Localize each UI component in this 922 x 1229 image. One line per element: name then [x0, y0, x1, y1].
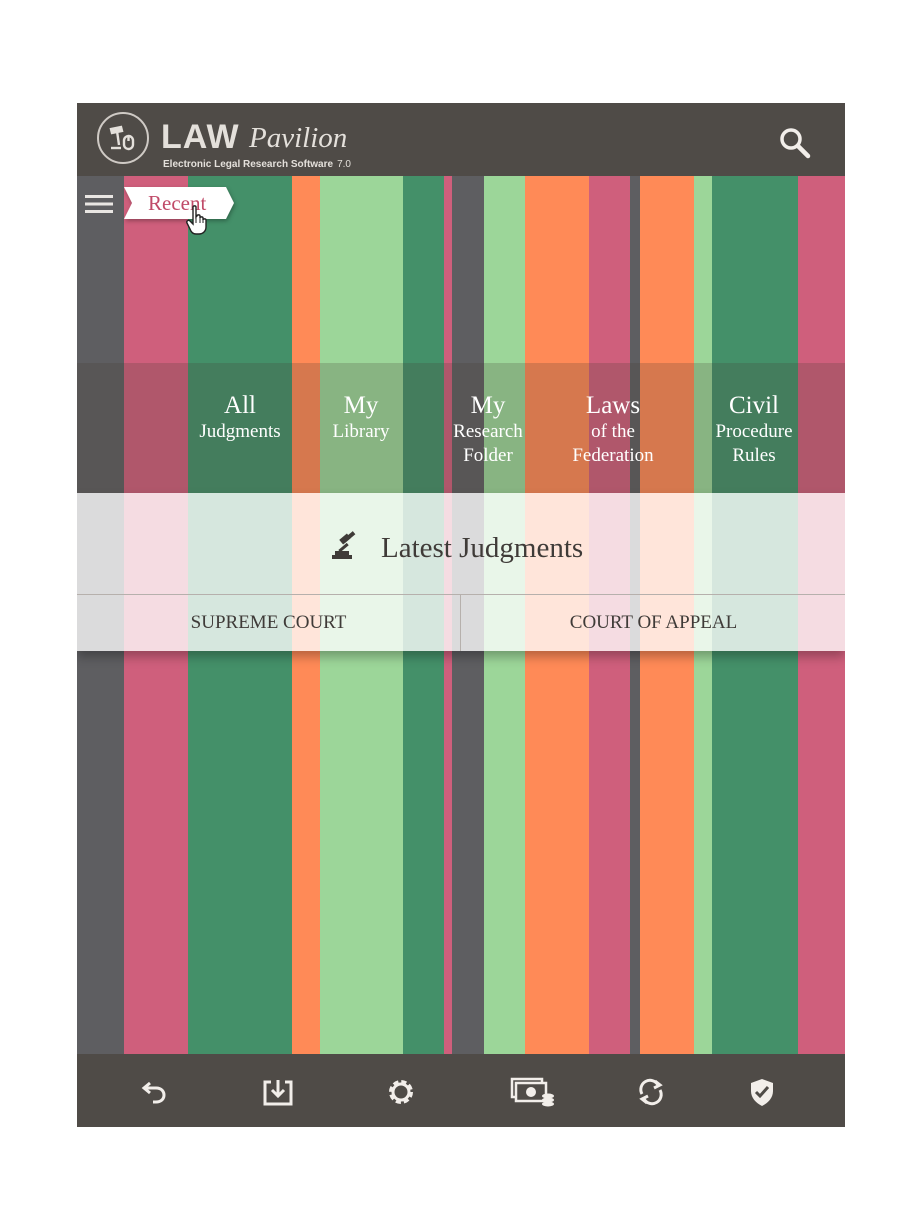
app-header: LAW Pavilion Electronic Legal Research S… — [77, 103, 845, 176]
app-window: LAW Pavilion Electronic Legal Research S… — [77, 103, 845, 1127]
download-icon[interactable] — [260, 1074, 296, 1110]
tab-supreme-court[interactable]: SUPREME COURT — [77, 595, 460, 651]
logo-pavilion-text: Pavilion — [249, 122, 348, 154]
main-navigation: All Judgments My Library My Research Fol… — [77, 363, 845, 493]
nav-civil-line1: Civil — [728, 392, 779, 419]
nav-my-research-folder-line1: My — [470, 392, 506, 419]
search-icon[interactable] — [777, 125, 813, 161]
nav-civil-line3: Rules — [732, 445, 776, 466]
settings-icon[interactable] — [383, 1074, 419, 1110]
nav-all-judgments[interactable]: All Judgments — [190, 392, 290, 444]
nav-my-library-line1: My — [343, 392, 379, 419]
hamburger-menu-icon[interactable] — [85, 191, 115, 217]
nav-my-research-folder-line2: Research — [453, 421, 523, 442]
hand-pointer-cursor-icon — [185, 205, 211, 235]
nav-laws-line1: Laws — [585, 392, 641, 419]
nav-my-library-line2: Library — [332, 421, 390, 442]
bottom-toolbar — [77, 1054, 845, 1127]
nav-all-judgments-line1: All — [224, 392, 256, 419]
undo-icon[interactable] — [137, 1074, 173, 1110]
latest-judgments-title: Latest Judgments — [381, 532, 584, 564]
sync-icon[interactable] — [633, 1074, 669, 1110]
nav-laws-of-the-federation[interactable]: Laws of the Federation — [553, 392, 673, 468]
nav-civil-procedure-rules[interactable]: Civil Procedure Rules — [699, 392, 809, 468]
latest-judgments-header: Latest Judgments — [77, 493, 845, 595]
latest-judgments-panel: Latest Judgments SUPREME COURT COURT OF … — [77, 493, 845, 651]
tagline-text: Electronic Legal Research Software — [163, 159, 334, 170]
logo-emblem — [97, 112, 149, 164]
logo-tagline: Electronic Legal Research Software 7.0 — [163, 159, 351, 171]
version-number: 7.0 — [337, 159, 351, 170]
nav-my-library[interactable]: My Library — [316, 392, 406, 444]
nav-my-research-folder[interactable]: My Research Folder — [443, 392, 533, 468]
logo-law-text: LAW — [161, 118, 240, 156]
nav-laws-line3: Federation — [572, 445, 654, 466]
nav-laws-line2: of the — [591, 421, 635, 442]
nav-my-research-folder-line3: Folder — [463, 445, 513, 466]
gavel-icon — [331, 531, 363, 561]
recent-button[interactable]: Recent — [124, 187, 234, 219]
nav-all-judgments-line2: Judgments — [199, 421, 281, 442]
tab-divider — [460, 595, 461, 651]
shield-check-icon[interactable] — [744, 1074, 780, 1110]
tab-court-of-appeal[interactable]: COURT OF APPEAL — [462, 595, 845, 651]
subscription-payment-icon[interactable] — [509, 1074, 557, 1110]
nav-civil-line2: Procedure — [715, 421, 793, 442]
